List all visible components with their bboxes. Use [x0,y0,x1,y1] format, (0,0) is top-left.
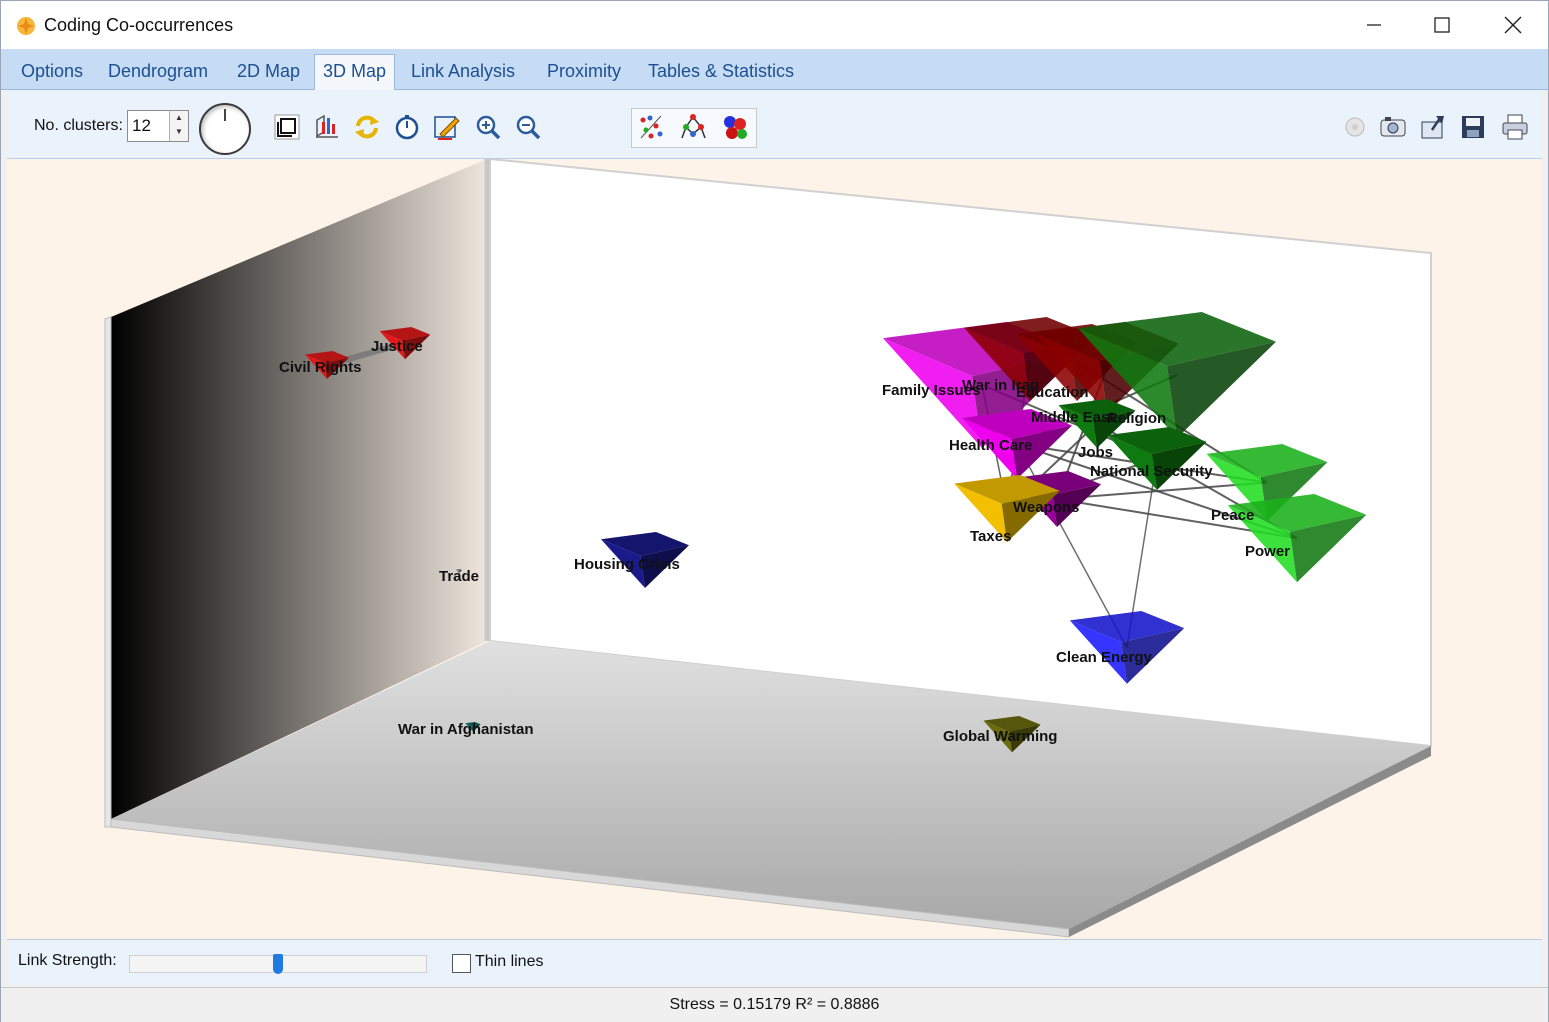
zoom-out-icon[interactable] [513,112,543,142]
tab-options[interactable]: Options [13,55,91,87]
app-window: Coding Co-occurrences Options Dendrogram… [0,0,1549,1022]
node-label: War in Afghanistan [398,721,534,738]
close-button[interactable] [1478,1,1548,49]
refresh-icon[interactable] [352,112,382,142]
tab-proximity[interactable]: Proximity [539,55,629,87]
map-3d-svg[interactable]: Civil Rights Justice Trade Housing Crisis Wa… [7,159,1542,939]
node-label: Trade [439,568,479,585]
tab-dendrogram[interactable]: Dendrogram [100,55,216,87]
stress-readout: Stress = 0.15179 R² = 0.8886 [669,996,880,1013]
tab-bar: Options Dendrogram 2D Map 3D Map Link An… [1,49,1548,90]
title-bar: Coding Co-occurrences [1,1,1548,49]
app-logo-icon [15,15,37,37]
node-label: National Security [1090,463,1213,480]
edit-icon[interactable] [432,112,462,142]
node-label: Middle East [1031,409,1114,426]
node-label: Housing Crisis [574,556,680,573]
node-label: Power [1245,543,1290,560]
camera-icon[interactable] [1378,112,1408,142]
minimize-button[interactable] [1339,1,1409,49]
tab-link-analysis[interactable]: Link Analysis [403,55,523,87]
node-label: Education [1016,384,1089,401]
map-3d-canvas[interactable]: Civil Rights Justice Trade Housing Crisis Wa… [7,159,1542,940]
node-label: Health Care [949,437,1032,454]
node-label: Civil Rights [279,359,362,376]
clusters-label: No. clusters: [34,117,123,134]
node-label: Global Warming [943,728,1057,745]
view-mode-group [631,108,757,148]
node-label: Taxes [970,528,1011,545]
link-strength-slider[interactable] [129,954,427,974]
tab-3d-map[interactable]: 3D Map [314,54,396,90]
save-icon[interactable] [1458,112,1488,142]
node-label: Justice [371,338,423,355]
points-view-icon[interactable] [636,112,666,142]
tab-tables-statistics[interactable]: Tables & Statistics [640,55,802,87]
axes-icon[interactable] [312,112,342,142]
node-label: Peace [1211,507,1254,524]
clusters-spinner[interactable]: 12 ▲ ▼ [127,110,189,142]
link-strength-label: Link Strength: [18,952,117,969]
thin-lines-label: Thin lines [475,953,544,970]
timer-icon[interactable] [392,112,422,142]
bottom-controls: Link Strength: Thin lines [7,941,1542,985]
links-view-icon[interactable] [678,112,708,142]
export-icon[interactable] [1418,112,1448,142]
node-label: Weapons [1013,499,1079,516]
status-bar: Stress = 0.15179 R² = 0.8886 [1,987,1548,1022]
thin-lines-checkbox[interactable] [452,954,471,973]
node-label: Religion [1107,410,1166,427]
box-frame-icon[interactable] [272,112,302,142]
tab-2d-map[interactable]: 2D Map [229,55,308,87]
maximize-button[interactable] [1407,1,1477,49]
left-wall-edge [104,316,112,828]
spinner-arrows-icon[interactable]: ▲ ▼ [169,111,188,141]
node-label: Jobs [1078,444,1113,461]
print-icon[interactable] [1500,112,1530,142]
window-title: Coding Co-occurrences [44,15,234,35]
record-icon[interactable] [1340,112,1370,142]
node-label: Clean Energy [1056,649,1153,666]
clusters-view-icon[interactable] [720,112,750,142]
rotation-dial-icon[interactable] [199,103,251,155]
toolbar: No. clusters: 12 ▲ ▼ [7,90,1542,159]
zoom-in-icon[interactable] [473,112,503,142]
clusters-value[interactable]: 12 [132,116,151,136]
slider-thumb[interactable] [273,954,283,974]
